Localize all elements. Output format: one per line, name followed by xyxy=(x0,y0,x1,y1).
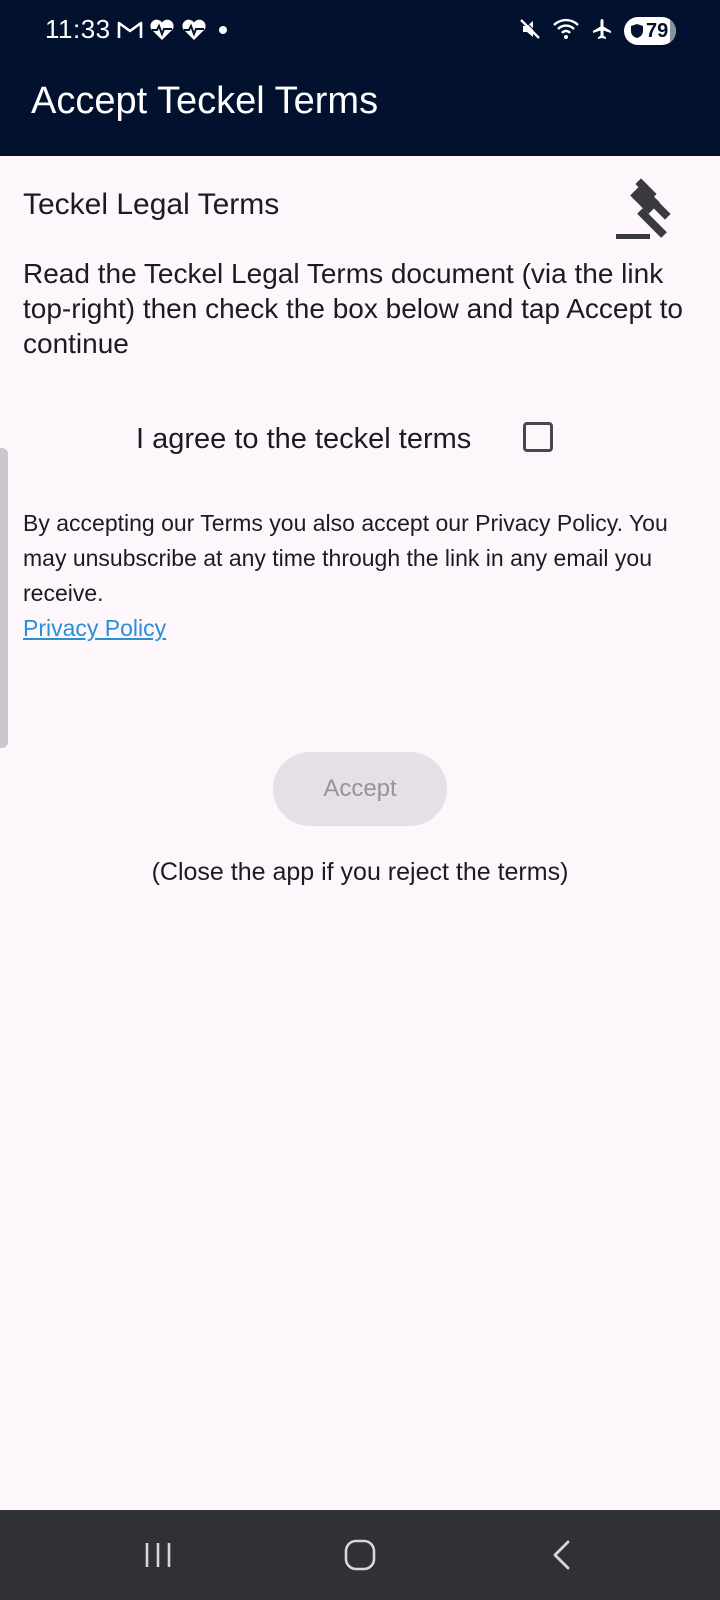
navigation-bar xyxy=(0,1510,720,1600)
home-icon[interactable] xyxy=(335,1530,385,1580)
edge-panel-handle[interactable] xyxy=(0,448,8,748)
battery-empty-portion xyxy=(670,17,676,45)
agree-checkbox[interactable] xyxy=(523,422,553,452)
airplane-icon xyxy=(590,17,614,46)
battery-percent: 79 xyxy=(646,19,669,42)
wifi-icon xyxy=(552,17,580,46)
health-icon xyxy=(149,19,175,46)
dot-icon xyxy=(213,20,233,45)
agree-label: I agree to the teckel terms xyxy=(136,423,472,455)
recents-icon[interactable] xyxy=(133,1530,183,1580)
reject-note: (Close the app if you reject the terms) xyxy=(151,858,569,886)
health-icon xyxy=(181,19,207,46)
mute-icon xyxy=(518,17,542,46)
system-icons: 79 xyxy=(518,16,676,46)
agree-row[interactable]: I agree to the teckel terms xyxy=(0,418,720,462)
gavel-icon[interactable] xyxy=(612,176,680,244)
page-title: Accept Teckel Terms xyxy=(31,80,379,122)
accept-button[interactable]: Accept xyxy=(273,752,447,826)
back-icon[interactable] xyxy=(537,1530,587,1580)
terms-content: Teckel Legal Terms Read the Teckel Legal… xyxy=(0,156,720,1510)
notification-icons xyxy=(117,19,233,46)
battery-icon: 79 xyxy=(624,17,676,45)
shield-icon xyxy=(630,23,644,39)
gmail-icon xyxy=(117,20,143,45)
status-time: 11:33 xyxy=(45,14,111,44)
instructions-text: Read the Teckel Legal Terms document (vi… xyxy=(23,258,683,359)
status-bar: 11:33 79 xyxy=(0,0,720,62)
section-title: Teckel Legal Terms xyxy=(23,188,280,221)
app-bar: Accept Teckel Terms xyxy=(0,62,720,156)
privacy-policy-link[interactable]: Privacy Policy xyxy=(23,611,166,646)
privacy-notice: By accepting our Terms you also accept o… xyxy=(23,510,668,606)
